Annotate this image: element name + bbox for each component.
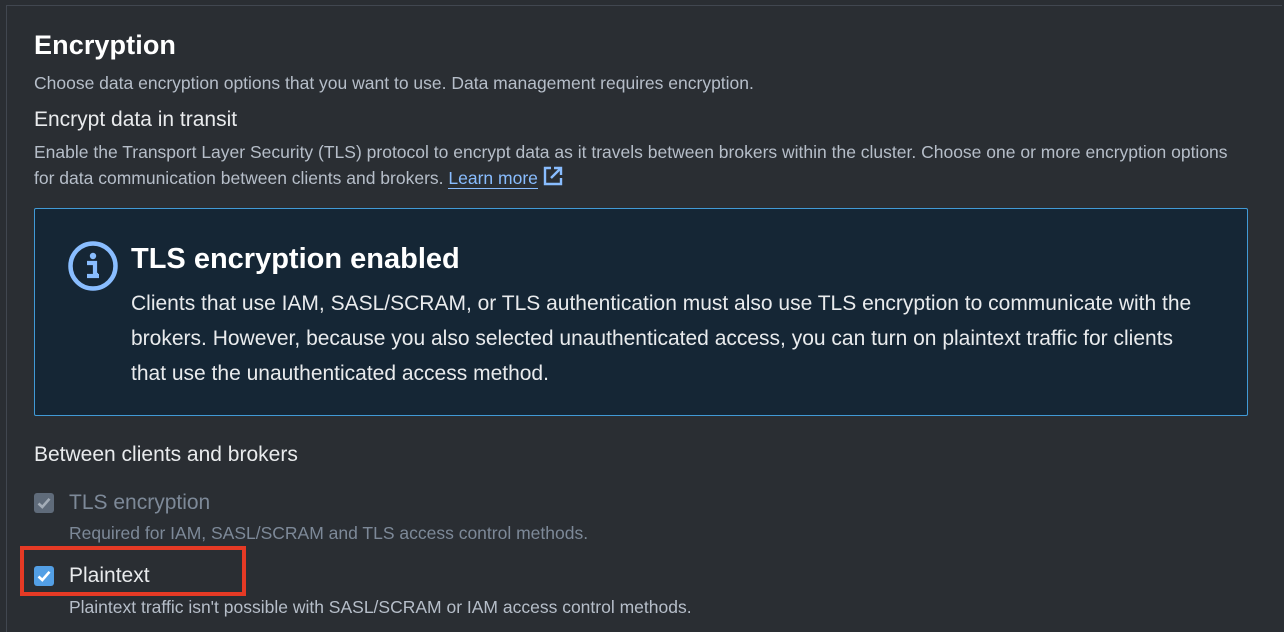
transit-description-text: Enable the Transport Layer Security (TLS… — [34, 142, 1228, 188]
external-link-icon[interactable] — [542, 165, 564, 194]
encryption-panel: Encryption Choose data encryption option… — [0, 0, 1284, 632]
divider — [6, 5, 1282, 6]
plaintext-hint: Plaintext traffic isn't possible with SA… — [69, 597, 692, 617]
info-alert: TLS encryption enabled Clients that use … — [34, 208, 1248, 416]
learn-more-label: Learn more — [448, 168, 538, 188]
plaintext-label: Plaintext — [69, 564, 150, 587]
alert-title: TLS encryption enabled — [131, 243, 460, 275]
alert-body: Clients that use IAM, SASL/SCRAM, or TLS… — [131, 292, 1192, 385]
tls-encryption-checkbox[interactable] — [34, 493, 54, 513]
learn-more-link[interactable]: Learn more — [448, 168, 538, 189]
checkmark-icon — [37, 570, 51, 582]
info-icon — [67, 240, 119, 292]
tls-encryption-hint: Required for IAM, SASL/SCRAM and TLS acc… — [69, 523, 589, 543]
divider — [6, 5, 7, 632]
tls-encryption-label: TLS encryption — [69, 491, 211, 514]
plaintext-checkbox[interactable] — [34, 566, 54, 586]
transit-title: Encrypt data in transit — [34, 108, 238, 131]
checkmark-icon — [37, 497, 51, 509]
transit-description: Enable the Transport Layer Security (TLS… — [34, 140, 1234, 194]
section-title: Encryption — [34, 30, 177, 60]
clients-brokers-label: Between clients and brokers — [34, 443, 298, 466]
section-description: Choose data encryption options that you … — [34, 73, 754, 93]
